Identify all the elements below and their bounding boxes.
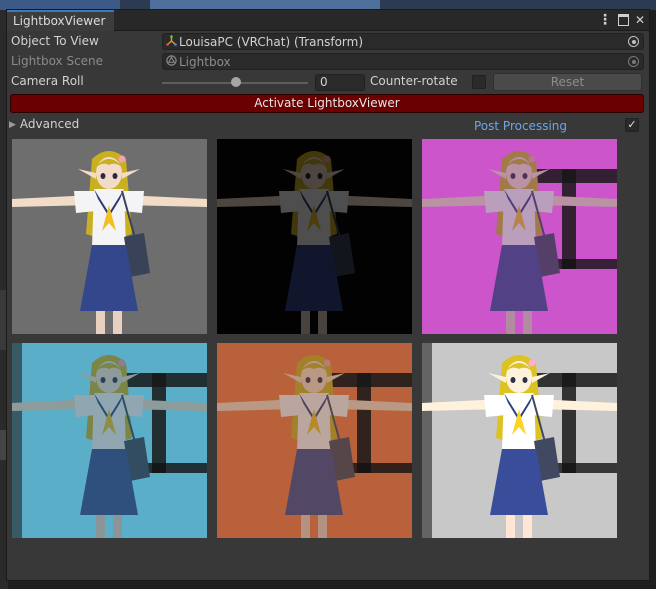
maximize-icon[interactable]: [617, 14, 629, 26]
tab-title: LightboxViewer: [13, 14, 106, 28]
advanced-foldout[interactable]: ▶ Advanced: [9, 117, 79, 131]
scene-picker-icon[interactable]: [628, 56, 639, 67]
activate-lightbox-viewer-button[interactable]: Activate LightboxViewer: [10, 94, 644, 113]
preview-cyan: [12, 343, 207, 538]
preview-white: [422, 343, 617, 538]
preview-grey: [12, 139, 207, 334]
lightbox-viewer-window: LightboxViewer ⋮ ✕ Object To View Louisa…: [6, 9, 650, 581]
tab-bar: LightboxViewer ⋮ ✕: [7, 10, 649, 31]
post-processing-checkbox[interactable]: ✓: [625, 118, 639, 132]
tab-lightbox-viewer[interactable]: LightboxViewer: [7, 10, 114, 31]
transform-icon: [166, 35, 177, 49]
advanced-label: Advanced: [19, 117, 80, 131]
camera-roll-input[interactable]: 0: [315, 74, 365, 91]
preview-dark: [217, 139, 412, 334]
reset-button[interactable]: Reset: [493, 73, 642, 91]
window-controls: ⋮ ✕: [598, 12, 645, 28]
camera-roll-label: Camera Roll: [11, 74, 84, 88]
object-to-view-row: Object To View LouisaPC (VRChat) (Transf…: [7, 32, 649, 52]
object-to-view-value: LouisaPC (VRChat) (Transform): [179, 35, 364, 49]
preview-magenta: [422, 139, 617, 334]
post-processing-label: Post Processing: [474, 119, 567, 133]
lightbox-scene-label: Lightbox Scene: [11, 54, 104, 68]
lightbox-scene-value: Lightbox: [179, 55, 231, 69]
lightbox-scene-row: Lightbox Scene Lightbox: [7, 52, 649, 72]
preview-orange: [217, 343, 412, 538]
counter-rotate-checkbox[interactable]: [472, 75, 486, 89]
camera-roll-slider-thumb[interactable]: [231, 77, 241, 87]
more-menu-icon[interactable]: ⋮: [598, 12, 612, 28]
foldout-triangle-icon: ▶: [9, 120, 16, 130]
counter-rotate-label: Counter-rotate: [370, 74, 458, 88]
unity-scene-icon: [166, 55, 177, 69]
close-icon[interactable]: ✕: [635, 12, 645, 28]
object-to-view-field[interactable]: LouisaPC (VRChat) (Transform): [162, 33, 644, 50]
object-to-view-label: Object To View: [11, 34, 99, 48]
object-picker-icon[interactable]: [628, 36, 639, 47]
camera-roll-row: Camera Roll 0 Counter-rotate Reset: [7, 72, 649, 92]
lightbox-scene-field[interactable]: Lightbox: [162, 53, 644, 70]
